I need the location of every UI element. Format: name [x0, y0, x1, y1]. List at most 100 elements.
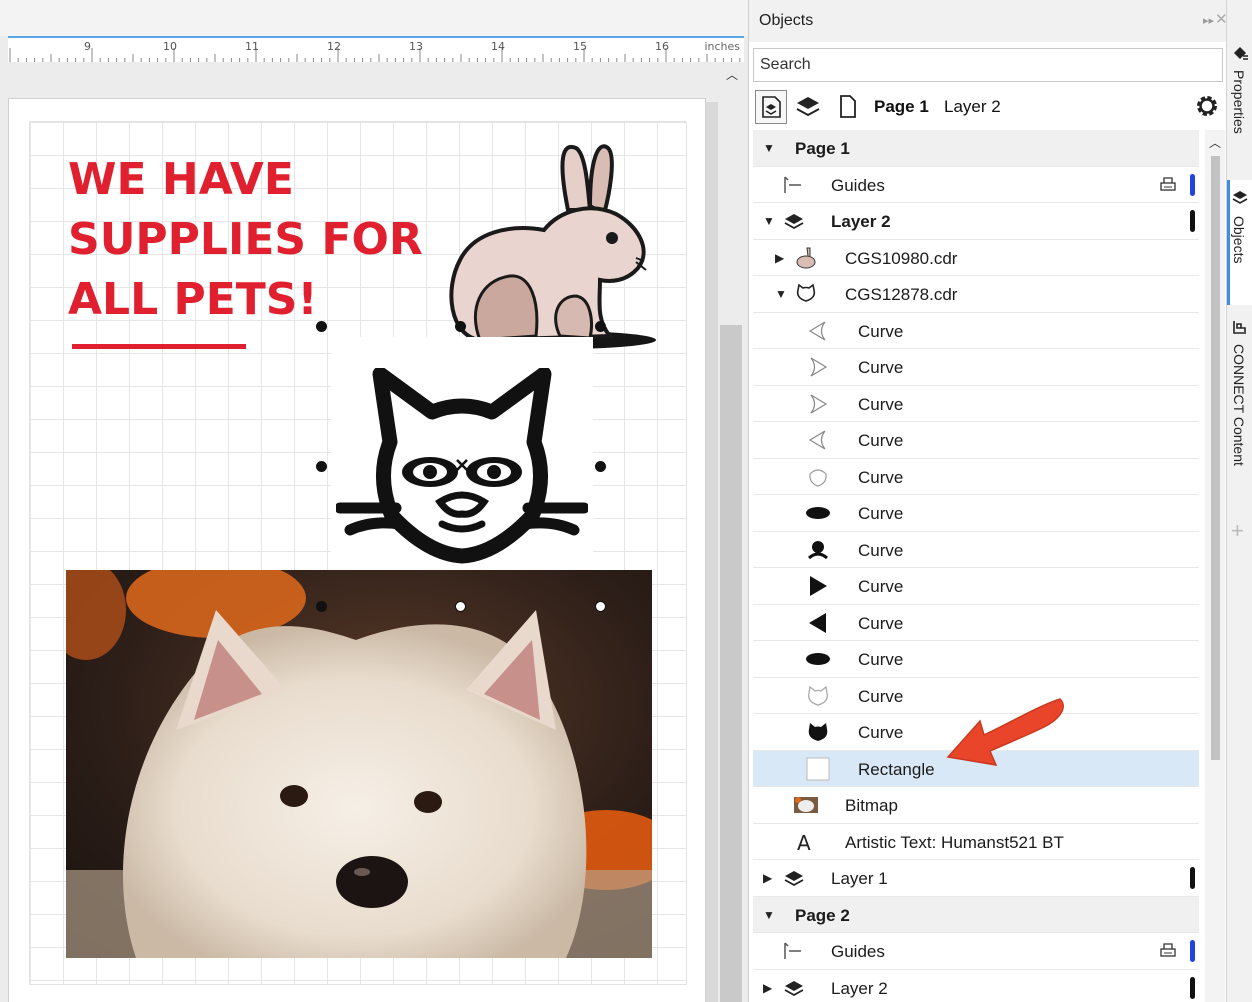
tree-item-label: Layer 2 — [831, 978, 888, 998]
tab-label: Properties — [1231, 70, 1247, 134]
gear-icon[interactable] — [1193, 92, 1221, 120]
tree-row[interactable]: ▼ Layer 2 — [753, 203, 1199, 240]
ruler-number: 13 — [409, 40, 423, 53]
layer-view-button[interactable] — [793, 90, 825, 124]
search-input[interactable] — [753, 48, 1223, 82]
cat-face-clipart[interactable] — [336, 368, 588, 564]
selection-handle[interactable] — [316, 461, 327, 472]
ruler-number: 9 — [84, 40, 91, 53]
tree-row[interactable]: Guides — [753, 167, 1199, 203]
tree-page-row[interactable]: ▼ Page 2 — [753, 896, 1199, 933]
collapse-icon[interactable]: ▼ — [763, 214, 775, 228]
expand-icon[interactable]: ▶ — [775, 251, 784, 265]
ruler-number: 15 — [573, 40, 587, 53]
tree-row[interactable]: Bitmap — [753, 787, 1199, 824]
docker-tabs: Properties Objects CONNECT Content + — [1226, 0, 1252, 1002]
tree-row[interactable]: Curve — [753, 532, 1199, 568]
tree-item-label: CGS12878.cdr — [845, 285, 958, 304]
tree-page-row[interactable]: ▼ Page 1 — [753, 130, 1199, 167]
tree-row[interactable]: Curve — [753, 422, 1199, 459]
selection-handle[interactable] — [316, 601, 327, 612]
page-icon — [840, 95, 856, 118]
layers-icon — [796, 97, 820, 117]
ruler-number: 11 — [245, 40, 259, 53]
tree-row[interactable]: Curve — [753, 495, 1199, 532]
pages-view-icon — [762, 96, 781, 118]
docker-title: Objects — [759, 12, 814, 29]
tree-row[interactable]: Curve — [753, 641, 1199, 678]
tree-row[interactable]: Curve — [753, 568, 1199, 605]
collapse-icon[interactable]: ▼ — [763, 908, 775, 922]
horizontal-ruler[interactable]: 9 10 11 12 13 14 15 16 inches — [8, 36, 744, 62]
tree-item-label: Curve — [858, 431, 904, 450]
expand-icon[interactable]: ▶ — [763, 871, 772, 885]
tab-properties[interactable]: Properties — [1227, 40, 1252, 170]
current-layer-label[interactable]: Layer 2 — [944, 97, 1001, 117]
cat-filled-icon — [808, 723, 828, 741]
selection-handle[interactable] — [595, 601, 606, 612]
tree-row[interactable]: Curve — [753, 313, 1199, 349]
canvas-vertical-scrollbar[interactable] — [720, 325, 742, 1002]
selection-handle[interactable] — [455, 321, 466, 332]
rabbit-clipart[interactable] — [440, 140, 660, 356]
tree-row[interactable]: ▶ Layer 1 — [753, 860, 1199, 897]
add-docker-button[interactable]: + — [1231, 518, 1244, 544]
dog-photo-bitmap[interactable] — [66, 570, 652, 958]
tree-item-label: Curve — [858, 577, 904, 596]
tree-row[interactable]: ▼ CGS12878.cdr — [753, 276, 1199, 313]
tree-item-label: Page 1 — [795, 139, 850, 158]
tab-connect-content[interactable]: CONNECT Content — [1227, 316, 1252, 496]
selection-handle[interactable] — [316, 321, 327, 332]
tree-item-label: Curve — [858, 650, 904, 669]
bitmap-thumb-icon — [794, 797, 818, 813]
tree-row[interactable]: Curve — [753, 459, 1199, 495]
objects-docker: Objects ▸▸ ✕ Page 1 Layer 2 — [748, 0, 1228, 1002]
current-page-label[interactable]: Page 1 — [874, 97, 929, 117]
tree-row[interactable]: ▶ Layer 2 — [753, 970, 1199, 1002]
tree-item-label: Curve — [858, 358, 904, 377]
tree-item-label: Guides — [831, 175, 885, 195]
collapse-icon[interactable]: ▼ — [763, 141, 775, 155]
collapse-icon[interactable]: ▼ — [775, 287, 787, 301]
canvas-top-strip — [0, 0, 748, 36]
tree-scrollbar[interactable]: ︿ — [1205, 130, 1225, 1002]
cat-outline-icon — [808, 685, 828, 706]
show-all-pages-button[interactable] — [755, 90, 787, 124]
ruler-number: 14 — [491, 40, 505, 53]
expand-docker-icon[interactable]: ▸▸ — [1203, 14, 1214, 27]
tree-item-label: Curve — [858, 394, 904, 414]
new-page-button[interactable] — [833, 90, 865, 124]
layers-icon — [1232, 191, 1248, 204]
tree-row[interactable]: A Artistic Text: Humanst521 BT — [753, 824, 1199, 860]
tree-row[interactable]: ▶ CGS10980.cdr — [753, 240, 1199, 276]
tree-item-label: Bitmap — [845, 796, 898, 815]
cat-thumb-icon — [796, 283, 816, 302]
expand-icon[interactable]: ▶ — [763, 981, 772, 995]
tree-item-label: Curve — [858, 504, 904, 523]
drawing-canvas[interactable]: 9 10 11 12 13 14 15 16 inches ︿ WE HAVE … — [0, 0, 748, 1002]
page-shadow — [706, 102, 718, 1002]
headline-artistic-text[interactable]: WE HAVE SUPPLIES FOR ALL PETS! — [68, 150, 448, 330]
tab-objects[interactable]: Objects — [1227, 180, 1252, 305]
scroll-up-icon[interactable]: ︿ — [1205, 134, 1225, 151]
selection-handle[interactable] — [595, 321, 606, 332]
print-icon[interactable] — [1159, 941, 1177, 959]
rectangle-icon — [806, 757, 830, 780]
layer-icon — [784, 980, 804, 996]
tree-row[interactable]: Curve — [753, 349, 1199, 386]
tree-row[interactable]: Guides — [753, 933, 1199, 970]
ruler-units-label: inches — [704, 40, 740, 53]
scrollbar-thumb[interactable] — [1211, 156, 1220, 760]
tree-row[interactable]: Curve — [753, 386, 1199, 422]
ruler-number: 12 — [327, 40, 341, 53]
selection-handle[interactable] — [455, 601, 466, 612]
canvas-scroll-up-button[interactable]: ︿ — [720, 64, 744, 86]
tree-row[interactable]: Curve — [753, 605, 1199, 641]
selection-handle[interactable] — [595, 461, 606, 472]
tree-item-label: Curve — [858, 686, 904, 706]
print-icon[interactable] — [1159, 175, 1177, 193]
ear-left-outline-icon — [808, 430, 826, 450]
tree-item-label: Layer 1 — [831, 869, 888, 888]
objects-toolbar: Page 1 Layer 2 — [749, 88, 1227, 126]
layer-icon — [784, 214, 804, 230]
